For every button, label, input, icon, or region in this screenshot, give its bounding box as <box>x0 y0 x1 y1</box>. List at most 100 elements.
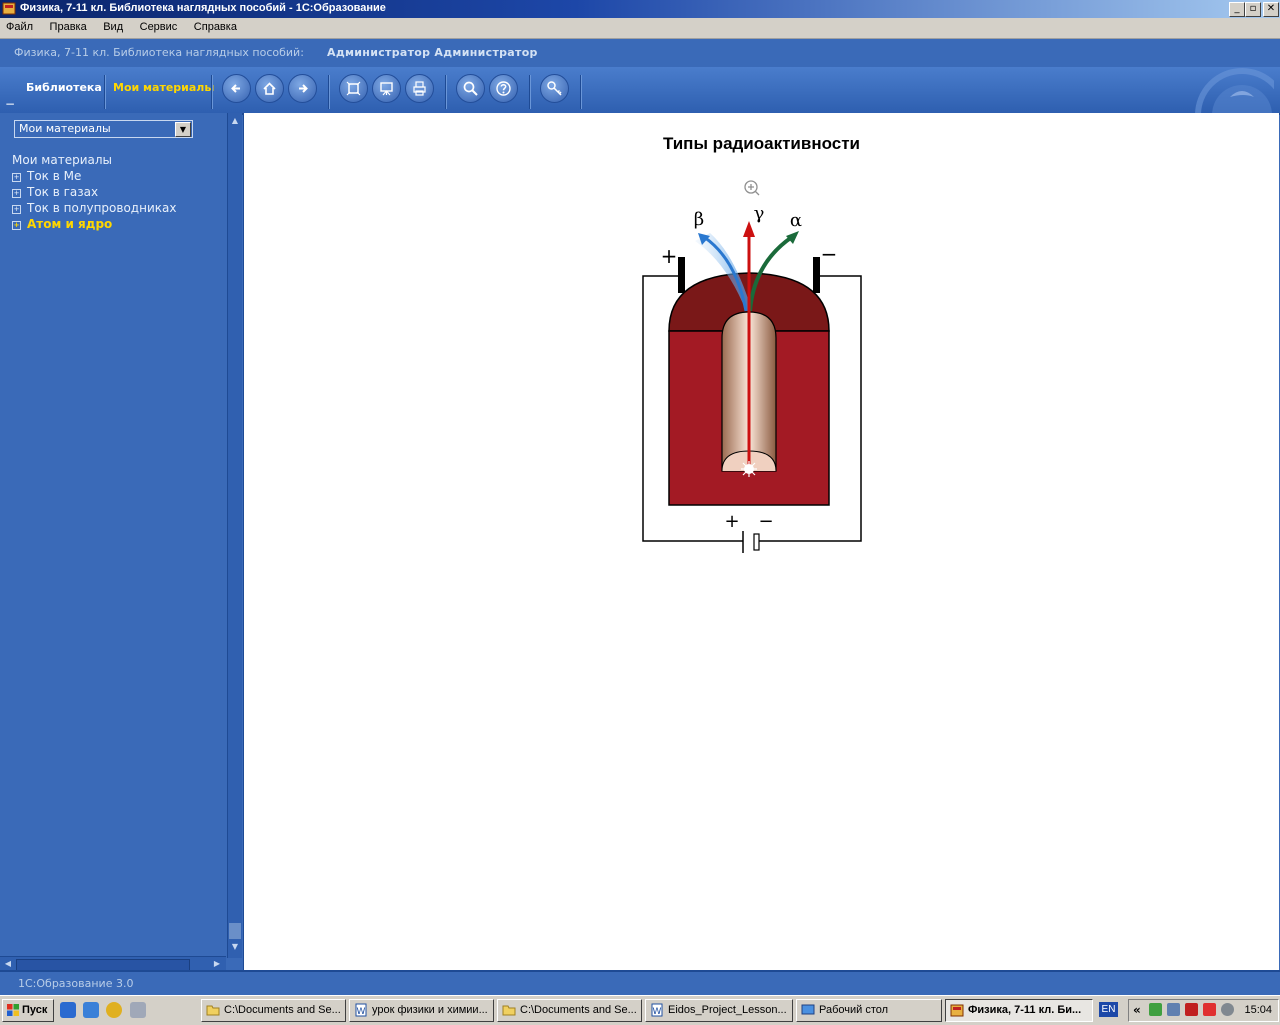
battery-plus-sign: + <box>724 511 739 532</box>
window-title: Физика, 7-11 кл. Библиотека наглядных по… <box>20 2 386 14</box>
restore-button[interactable]: ▫ <box>1245 2 1261 17</box>
task-label: Рабочий стол <box>819 1004 889 1016</box>
user-name: Администратор Администратор <box>327 46 538 59</box>
status-text: 1С:Образование 3.0 <box>18 977 134 990</box>
expand-icon[interactable]: + <box>12 221 21 230</box>
task-word-2[interactable]: W Eidos_Project_Lesson... <box>645 999 793 1022</box>
tray-expand-icon[interactable]: « <box>1133 1003 1141 1017</box>
menu-help[interactable]: Справка <box>188 18 244 33</box>
word-document-icon: W <box>651 1003 663 1017</box>
app-header: Физика, 7-11 кл. Библиотека наглядных по… <box>0 39 1280 68</box>
help-icon <box>496 81 511 96</box>
task-folder-2[interactable]: C:\Documents and Se... <box>497 999 642 1022</box>
close-button[interactable]: ✕ <box>1263 2 1279 17</box>
tree-item-label: Ток в Ме <box>27 169 82 183</box>
menu-edit[interactable]: Правка <box>44 18 94 33</box>
menu-view[interactable]: Вид <box>97 18 130 33</box>
calculator-icon[interactable] <box>130 1002 146 1018</box>
print-icon <box>413 81 426 96</box>
tab-my-materials[interactable]: Мои материалы <box>113 81 214 94</box>
help-button[interactable] <box>489 74 518 103</box>
scroll-down-icon[interactable]: ▼ <box>229 941 241 953</box>
windows-flag-icon <box>7 1004 19 1016</box>
clock[interactable]: 15:04 <box>1244 1004 1272 1016</box>
task-desktop[interactable]: Рабочий стол <box>796 999 942 1022</box>
scroll-left-icon[interactable]: ◀ <box>2 958 14 970</box>
menu-bar: Файл Правка Вид Сервис Справка <box>0 18 1280 39</box>
alpha-label: α <box>790 210 802 231</box>
language-indicator[interactable]: EN <box>1099 1002 1118 1017</box>
system-tray: « 15:04 <box>1128 999 1279 1022</box>
expand-icon[interactable]: + <box>12 189 21 198</box>
task-physics-app[interactable]: Физика, 7-11 кл. Би... <box>945 999 1093 1022</box>
scroll-thumb[interactable] <box>229 923 241 939</box>
login-button[interactable] <box>540 74 569 103</box>
tree-item-current-in-metals[interactable]: + Ток в Ме <box>12 169 81 183</box>
key-icon <box>547 81 562 96</box>
folder-icon <box>206 1005 220 1016</box>
tree-item-label: Атом и ядро <box>27 217 113 231</box>
internet-explorer-icon[interactable] <box>60 1002 76 1018</box>
presentation-icon <box>380 82 393 96</box>
window-title-bar[interactable]: Физика, 7-11 кл. Библиотека наглядных по… <box>0 0 1280 18</box>
materials-select[interactable]: Мои материалы ▼ <box>14 120 193 138</box>
tree-item-label: Ток в газах <box>27 185 99 199</box>
minimize-button[interactable]: _ <box>1229 2 1245 17</box>
fullscreen-button[interactable] <box>339 74 368 103</box>
forward-arrow-icon <box>299 84 308 93</box>
network-icon[interactable] <box>1149 1003 1162 1016</box>
svg-text:W: W <box>653 1007 662 1017</box>
task-word-1[interactable]: W урок физики и химии... <box>349 999 494 1022</box>
menu-file[interactable]: Файл <box>0 18 40 33</box>
print-button[interactable] <box>405 74 434 103</box>
status-bar: 1С:Образование 3.0 <box>0 970 1280 995</box>
plate-minus-sign: − <box>821 242 838 266</box>
taskbar: Пуск C:\Documents and Se... W урок физик… <box>0 995 1280 1025</box>
security-alert-icon[interactable] <box>1185 1003 1198 1016</box>
plate-plus-sign: + <box>661 244 678 268</box>
back-button[interactable] <box>222 74 251 103</box>
beta-label: β <box>694 209 704 230</box>
tree-item-label: Ток в полупроводниках <box>27 201 177 215</box>
tree-item-current-in-gases[interactable]: + Ток в газах <box>12 185 98 199</box>
materials-select-value: Мои материалы <box>19 122 111 135</box>
task-label: C:\Documents and Se... <box>520 1004 637 1016</box>
word-document-icon: W <box>355 1003 367 1017</box>
media-player-icon[interactable] <box>106 1002 122 1018</box>
volume-icon[interactable] <box>1221 1003 1234 1016</box>
menu-service[interactable]: Сервис <box>134 18 185 33</box>
page-title: Типы радиоактивности <box>662 134 860 153</box>
tree-root-label[interactable]: Мои материалы <box>12 153 112 167</box>
scroll-up-icon[interactable]: ▲ <box>229 115 241 127</box>
home-button[interactable] <box>255 74 284 103</box>
desktop-icon <box>801 1004 815 1015</box>
start-button[interactable]: Пуск <box>2 999 54 1022</box>
antivirus-icon[interactable] <box>1203 1003 1216 1016</box>
sidebar: Мои материалы ▼ Мои материалы + Ток в Ме … <box>0 113 242 971</box>
presentation-button[interactable] <box>372 74 401 103</box>
radioactivity-figure[interactable]: β γ α + − + − <box>632 173 872 563</box>
tree-item-current-in-semiconductors[interactable]: + Ток в полупроводниках <box>12 201 176 215</box>
sidebar-horizontal-scrollbar[interactable]: ◀ ▶ <box>0 956 226 971</box>
expand-icon[interactable]: + <box>12 205 21 214</box>
scroll-right-icon[interactable]: ▶ <box>211 958 223 970</box>
browser-icon[interactable] <box>83 1002 99 1018</box>
task-folder-1[interactable]: C:\Documents and Se... <box>201 999 346 1022</box>
tree-item-atom-and-nucleus[interactable]: + Атом и ядро <box>12 217 112 231</box>
task-label: урок физики и химии... <box>372 1004 488 1016</box>
zoom-in-icon[interactable] <box>744 180 760 196</box>
battery-minus-sign: − <box>758 511 773 532</box>
forward-button[interactable] <box>288 74 317 103</box>
tab-library[interactable]: Библиотека <box>26 81 102 94</box>
collapse-toggle[interactable]: − <box>5 97 15 111</box>
search-button[interactable] <box>456 74 485 103</box>
sidebar-vertical-scrollbar[interactable]: ▲ ▼ <box>227 113 242 958</box>
search-icon <box>463 81 478 96</box>
task-label: C:\Documents and Se... <box>224 1004 341 1016</box>
svg-text:W: W <box>357 1007 366 1017</box>
sync-icon[interactable] <box>1167 1003 1180 1016</box>
product-name: Физика, 7-11 кл. Библиотека наглядных по… <box>14 46 304 59</box>
app-icon <box>950 1004 964 1017</box>
expand-icon[interactable]: + <box>12 173 21 182</box>
chevron-down-icon[interactable]: ▼ <box>175 122 191 137</box>
